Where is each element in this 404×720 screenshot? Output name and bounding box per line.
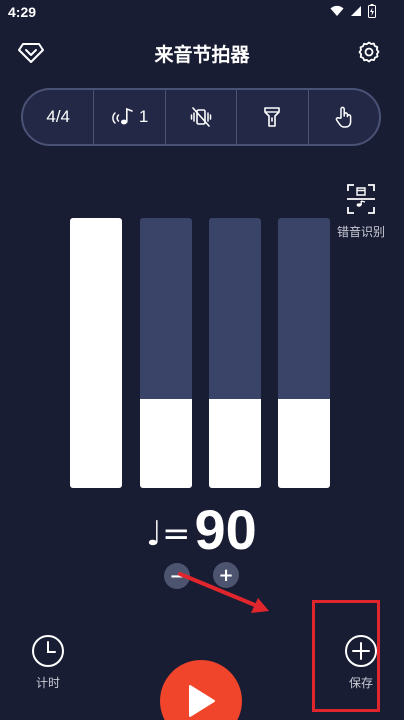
vibration-off-icon <box>190 107 212 127</box>
quarter-note-equals: ♩= <box>146 514 191 554</box>
vibration-button[interactable] <box>164 90 236 144</box>
time-signature-button[interactable]: 4/4 <box>23 90 93 144</box>
page-title: 来音节拍器 <box>154 44 250 66</box>
beat-bar-fill <box>140 398 192 488</box>
timer-button[interactable]: 计时 <box>28 634 68 691</box>
beat-bar-fill <box>209 398 261 488</box>
status-bar: 4:29 <box>0 0 404 26</box>
flashlight-button[interactable] <box>236 90 307 144</box>
error-recognition-button[interactable]: 错音识别 <box>332 183 390 245</box>
sound-button[interactable]: 1 <box>93 90 164 144</box>
minus-icon: − <box>169 565 185 587</box>
header: 来音节拍器 <box>0 30 404 76</box>
tap-hand-icon <box>335 106 352 128</box>
settings-toolbar: 4/4 1 <box>21 88 381 146</box>
annotation-highlight-box <box>312 600 380 712</box>
status-icons <box>330 4 376 18</box>
play-button[interactable] <box>160 660 242 720</box>
error-recognition-label: 错音识别 <box>336 225 385 239</box>
gear-icon <box>358 41 380 63</box>
timer-label: 计时 <box>35 676 60 690</box>
clock-icon <box>32 635 64 667</box>
plus-icon: + <box>218 564 234 586</box>
beat-bar-4[interactable] <box>278 218 330 488</box>
beat-bar-1[interactable] <box>70 218 122 488</box>
beat-bar-fill <box>70 218 122 488</box>
wifi-icon <box>330 5 344 16</box>
time-signature-label: 4/4 <box>46 107 71 126</box>
sound-count-label: 1 <box>138 107 149 126</box>
tap-tempo-button[interactable] <box>307 90 379 144</box>
battery-icon <box>368 4 376 18</box>
beat-bar-fill <box>278 398 330 488</box>
scan-note-icon <box>347 184 375 214</box>
settings-button[interactable] <box>354 38 384 68</box>
flashlight-icon <box>264 107 281 127</box>
sound-note-icon <box>112 107 133 125</box>
tempo-increase-button[interactable]: + <box>213 562 239 588</box>
play-icon <box>189 685 215 717</box>
tempo-display[interactable]: ♩= 90 <box>146 496 257 560</box>
beat-bar-2[interactable] <box>140 218 192 488</box>
beat-bars <box>70 218 330 488</box>
status-time: 4:29 <box>8 4 37 20</box>
metronome-screen: 4:29 来音节拍器 4/4 1 错音识别 ♩= 90 − + 计时 保存 <box>0 0 404 720</box>
tempo-bpm: 90 <box>194 498 257 561</box>
beat-bar-3[interactable] <box>209 218 261 488</box>
tempo-decrease-button[interactable]: − <box>164 563 190 589</box>
signal-icon <box>351 6 361 16</box>
